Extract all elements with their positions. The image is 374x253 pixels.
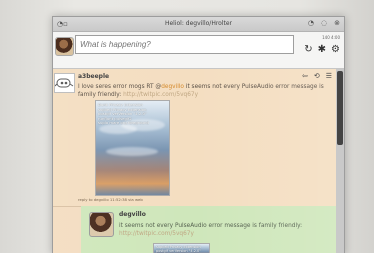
minimize-icon[interactable]: ◔ [308,19,314,27]
avatar [89,212,114,237]
tweet-text: it seems not every PulseAudio error mess… [119,222,324,238]
refresh-icon[interactable]: ↻ [304,44,312,55]
tweet-text-segment: I love seres error mogs RT @ [78,84,162,90]
scrollbar[interactable] [336,69,344,253]
tweet-meta-text: reply to degvillo 11:52:38 via web [78,197,143,202]
title-bar: ◔▫ Heliol: degvillo/Hrolter ◔ ◌ ⊗ [53,17,344,32]
composer-tools: ↻ ✱ ⚙ [304,44,340,55]
scroll-thumb[interactable] [337,71,343,145]
character-count: 140 4:00 [322,35,340,40]
window-title: Heliol: degvillo/Hrolter [164,20,233,27]
mention-link[interactable]: degvillo [161,84,184,90]
tweet-meta: reply to degvillo 11:52:38 via web [78,197,143,202]
tweet-username[interactable]: degvillo [119,211,146,218]
composer-area: 140 4:00 ↻ ✱ ⚙ [53,32,344,69]
window-controls: ◔ ◌ ⊗ [308,19,340,27]
timeline: a3beeple ⇦ ⟲ ☰ I love seres error mogs R… [53,69,336,253]
retweet-icon[interactable]: ⟲ [314,72,320,80]
image-preview[interactable]: suplied Privacy Extension postgif verVer… [153,243,210,253]
url-link[interactable]: http://twitpic.com/5vq67y [123,92,198,98]
restore-icon[interactable]: ◌ [321,19,327,27]
app-window: ◔▫ Heliol: degvillo/Hrolter ◔ ◌ ⊗ 140 4:… [52,16,345,253]
reply-icon[interactable]: ⇦ [302,72,308,80]
menu-icon[interactable]: ☰ [326,72,332,80]
avatar [54,73,75,93]
robot-avatar-icon [55,78,74,88]
timeline-item: degvillo it seems not every PulseAudio e… [81,206,336,253]
preview-text: Dunk Privacy Extension suplied Privacy E… [98,102,149,126]
cloud-shape [106,147,158,156]
tweet-username[interactable]: a3beeple [78,73,109,80]
tweet-text: I love seres error mogs RT @degvillo it … [78,83,328,99]
tweet-text-segment: it seems not every PulseAudio error mess… [119,223,303,229]
tweet-actions: ⇦ ⟲ ☰ [302,72,332,80]
avatar [55,37,74,56]
url-link[interactable]: http://twitpic.com/5vq67y [119,231,194,237]
settings-icon[interactable]: ✱ [318,44,326,55]
gear-icon[interactable]: ⚙ [331,44,340,55]
timeline-item: a3beeple ⇦ ⟲ ☰ I love seres error mogs R… [53,69,336,207]
desktop-frame: ◔▫ Heliol: degvillo/Hrolter ◔ ◌ ⊗ 140 4:… [0,0,374,253]
status-input[interactable] [75,35,294,54]
close-icon[interactable]: ⊗ [334,19,340,27]
preview-text: suplied Privacy Extension postgif verVer… [156,245,201,253]
image-preview[interactable]: Dunk Privacy Extension suplied Privacy E… [95,100,170,196]
